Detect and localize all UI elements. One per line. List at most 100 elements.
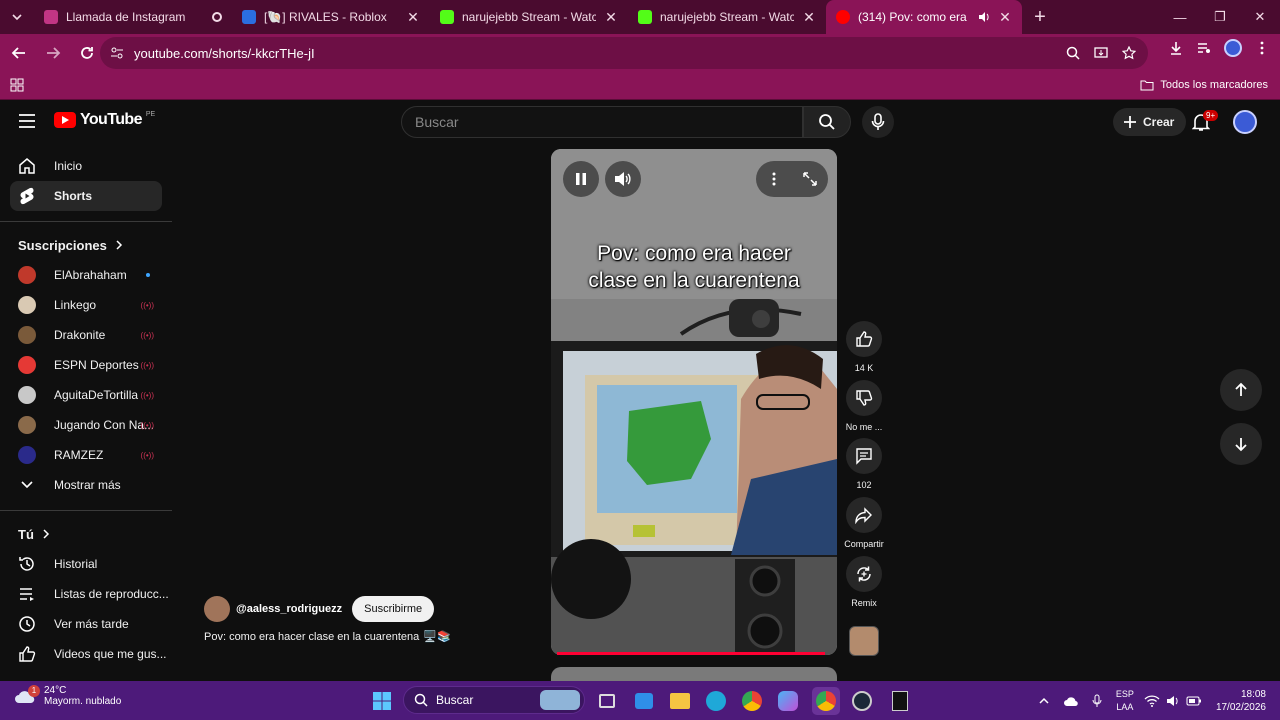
comments-button[interactable]: 102	[839, 438, 889, 490]
dislike-button[interactable]: No me ...	[839, 380, 889, 432]
channel-info: @aaless_rodriguezz Suscribirme	[204, 596, 435, 622]
video-description[interactable]: Pov: como era hacer clase en la cuarente…	[204, 630, 451, 644]
sidebar-item-history[interactable]: Historial	[0, 549, 172, 579]
chrome-icon[interactable]	[738, 687, 766, 715]
speaker-icon[interactable]	[978, 11, 990, 23]
address-bar[interactable]: youtube.com/shorts/-kkcrTHe-jI	[100, 37, 1148, 69]
close-icon[interactable]: ✕	[802, 10, 816, 24]
apps-grid-icon[interactable]	[10, 78, 24, 92]
tab-search-button[interactable]	[0, 0, 34, 34]
new-tab-button[interactable]: +	[1026, 3, 1054, 31]
sidebar-item-liked[interactable]: Videos que me gus...	[0, 639, 172, 669]
close-icon[interactable]: ✕	[406, 10, 420, 24]
pause-button[interactable]	[563, 161, 599, 197]
channel-avatar	[18, 416, 36, 434]
more-vert-icon[interactable]	[766, 171, 782, 187]
you-heading[interactable]: Tú	[0, 519, 172, 549]
channel-avatar[interactable]	[204, 596, 230, 622]
video-progress-bar[interactable]	[557, 652, 825, 655]
close-icon[interactable]: ✕	[604, 10, 618, 24]
like-button[interactable]: 14 K	[839, 321, 889, 373]
short-video-player[interactable]: Pov: como era hacer clase en la cuarente…	[551, 149, 837, 655]
edge-icon[interactable]	[702, 687, 730, 715]
sound-thumbnail[interactable]	[849, 626, 879, 656]
media-controls-icon[interactable]	[1196, 40, 1212, 56]
zoom-icon[interactable]	[1066, 46, 1080, 60]
history-icon	[18, 555, 36, 573]
onedrive-icon[interactable]	[1063, 695, 1078, 707]
sidebar-channel[interactable]: Linkego ((•))	[0, 290, 172, 320]
sidebar-item-playlists[interactable]: Listas de reproducc...	[0, 579, 172, 609]
fullscreen-icon[interactable]	[802, 171, 818, 187]
copilot-icon[interactable]	[774, 687, 802, 715]
taskbar-search-label: Buscar	[436, 693, 474, 707]
channel-avatar	[18, 446, 36, 464]
taskbar-search[interactable]: Buscar	[403, 686, 585, 714]
minimize-button[interactable]: —	[1160, 0, 1200, 34]
voice-search-button[interactable]	[862, 106, 894, 138]
more-vert-icon[interactable]	[1254, 40, 1270, 56]
language-indicator[interactable]: ESP LAA	[1116, 688, 1134, 714]
chrome-active-icon[interactable]	[812, 687, 840, 715]
chevron-up-icon[interactable]	[1038, 696, 1050, 706]
maximize-button[interactable]: ❐	[1200, 0, 1240, 34]
share-button[interactable]: Compartir	[839, 497, 889, 549]
sidebar-channel[interactable]: Drakonite ((•))	[0, 320, 172, 350]
task-view-icon[interactable]	[593, 687, 621, 715]
sidebar-item-watch-later[interactable]: Ver más tarde	[0, 609, 172, 639]
search-button[interactable]	[803, 106, 851, 138]
back-button[interactable]	[4, 38, 34, 68]
file-explorer-icon[interactable]	[666, 687, 694, 715]
clock[interactable]: 18:08 17/02/2026	[1216, 688, 1266, 714]
epic-games-icon[interactable]	[886, 687, 914, 715]
battery-icon[interactable]	[1186, 696, 1202, 706]
tab-instagram[interactable]: Llamada de Instagram	[34, 0, 232, 34]
sidebar-channel[interactable]: Jugando Con Na... ((•))	[0, 410, 172, 440]
sidebar-channel[interactable]: ESPN Deportes ((•))	[0, 350, 172, 380]
install-icon[interactable]	[1094, 46, 1108, 60]
sidebar-channel[interactable]: RAMZEZ ((•))	[0, 440, 172, 470]
search-input[interactable]: Buscar	[401, 106, 803, 138]
pause-icon	[576, 173, 586, 185]
you-title: Tú	[18, 526, 34, 542]
forward-button[interactable]	[38, 38, 68, 68]
account-avatar[interactable]	[1233, 110, 1257, 134]
weather-widget[interactable]: 1 24°C Mayorm. nublado	[14, 685, 121, 707]
volume-button[interactable]	[605, 161, 641, 197]
wifi-icon[interactable]	[1144, 694, 1160, 707]
tab-roblox[interactable]: [🐚] RIVALES - Roblox ✕	[232, 0, 430, 34]
start-button[interactable]	[368, 687, 396, 715]
create-button[interactable]: Crear	[1113, 108, 1187, 136]
show-more-button[interactable]: Mostrar más	[0, 470, 172, 500]
next-short-button[interactable]	[1220, 423, 1262, 465]
menu-icon[interactable]	[18, 113, 36, 129]
profile-avatar[interactable]	[1224, 39, 1242, 57]
steam-icon[interactable]	[848, 687, 876, 715]
sidebar-item-shorts[interactable]: Shorts	[10, 181, 162, 211]
subscriptions-heading[interactable]: Suscripciones	[0, 230, 172, 260]
all-bookmarks[interactable]: Todos los marcadores	[1140, 79, 1268, 91]
subscribe-button[interactable]: Suscribirme	[352, 596, 435, 622]
tab-title: [🐚] RIVALES - Roblox	[264, 10, 387, 24]
live-icon: ((•))	[140, 330, 154, 340]
close-icon[interactable]: ✕	[998, 10, 1012, 24]
channel-handle[interactable]: @aaless_rodriguezz	[236, 603, 342, 615]
star-icon[interactable]	[1122, 46, 1136, 60]
sidebar-channel[interactable]: ElAbrahaham	[0, 260, 172, 290]
sidebar-item-inicio[interactable]: Inicio	[0, 151, 172, 181]
sidebar-channel[interactable]: AguitaDeTortilla ((•))	[0, 380, 172, 410]
all-bookmarks-label: Todos los marcadores	[1160, 79, 1268, 91]
reload-button[interactable]	[72, 38, 102, 68]
window-close-button[interactable]: ✕	[1240, 0, 1280, 34]
tab-youtube[interactable]: (314) Pov: como era hacer c ✕	[826, 0, 1022, 34]
volume-icon[interactable]	[1166, 695, 1180, 707]
tab-kick-2[interactable]: narujejebb Stream - Watch Live ✕	[628, 0, 826, 34]
download-icon[interactable]	[1168, 40, 1184, 56]
youtube-logo[interactable]: YouTube PE	[54, 111, 155, 129]
previous-short-button[interactable]	[1220, 369, 1262, 411]
remix-button[interactable]: Remix	[839, 556, 889, 608]
tab-kick-1[interactable]: narujejebb Stream - Watch Live ✕	[430, 0, 628, 34]
store-icon[interactable]	[630, 687, 658, 715]
windows-icon	[373, 692, 391, 710]
mic-icon[interactable]	[1092, 694, 1102, 708]
